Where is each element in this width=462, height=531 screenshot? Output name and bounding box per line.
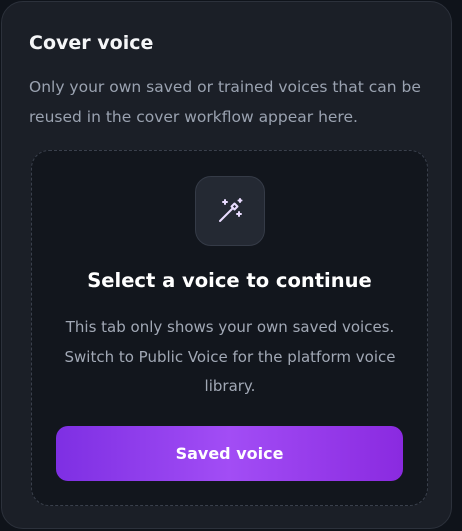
saved-voice-button[interactable]: Saved voice [56,426,403,481]
empty-state-title: Select a voice to continue [87,269,372,292]
panel-title: Cover voice [29,32,154,54]
panel-description: Only your own saved or trained voices th… [29,78,421,126]
magic-wand-icon [195,176,265,246]
empty-state-description: This tab only shows your own saved voice… [64,318,396,395]
cover-voice-panel: Cover voice Only your own saved or train… [1,1,452,529]
empty-state: Select a voice to continue This tab only… [31,150,428,506]
